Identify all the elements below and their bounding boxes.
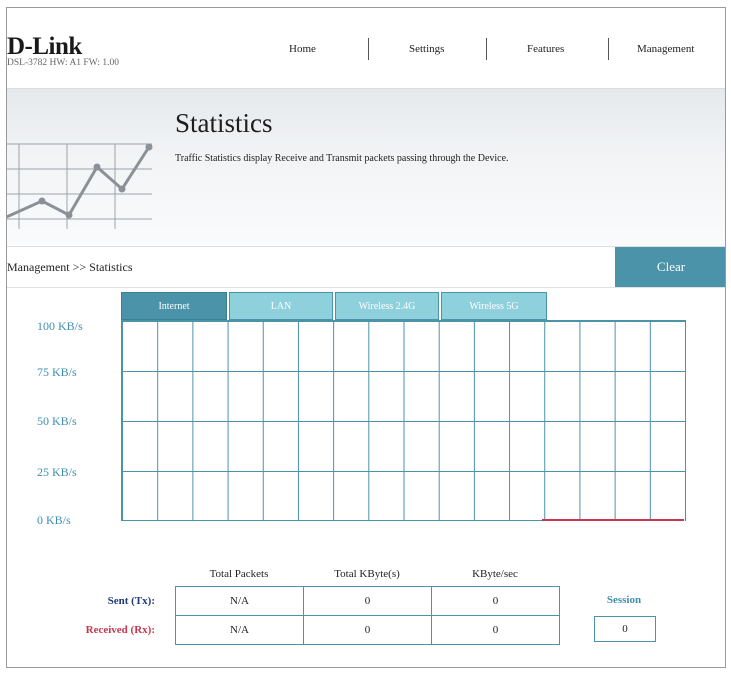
nav-settings[interactable]: Settings bbox=[409, 43, 444, 55]
page-title: Statistics bbox=[175, 108, 273, 138]
nav-divider bbox=[608, 38, 609, 60]
y-axis-label: 100 KB/s bbox=[37, 319, 83, 333]
hardware-info: DSL-3782 HW: A1 FW: 1.00 bbox=[7, 58, 119, 68]
received-total-kbytes: 0 bbox=[303, 615, 432, 645]
breadcrumb-bar: Management >> Statistics Clear bbox=[7, 246, 725, 288]
nav-divider bbox=[486, 38, 487, 60]
received-traffic-line bbox=[542, 519, 684, 521]
tab-internet[interactable]: Internet bbox=[121, 292, 227, 320]
tab-lan[interactable]: LAN bbox=[229, 292, 333, 320]
y-axis-label: 0 KB/s bbox=[37, 513, 71, 527]
received-total-packets: N/A bbox=[175, 615, 304, 645]
y-axis-label: 75 KB/s bbox=[37, 365, 77, 379]
nav-management[interactable]: Management bbox=[637, 43, 694, 55]
sent-total-kbytes: 0 bbox=[303, 586, 432, 616]
traffic-graph-grid bbox=[121, 320, 686, 521]
page-banner: Statistics Traffic Statistics display Re… bbox=[7, 88, 725, 247]
clear-button[interactable]: Clear bbox=[615, 247, 725, 287]
breadcrumb: Management >> Statistics bbox=[7, 260, 133, 274]
received-kbyte-sec: 0 bbox=[431, 615, 560, 645]
header-kbyte-sec: KByte/sec bbox=[472, 568, 518, 580]
tab-wireless-5g[interactable]: Wireless 5G bbox=[441, 292, 547, 320]
page-description: Traffic Statistics display Receive and T… bbox=[175, 153, 509, 164]
sent-kbyte-sec: 0 bbox=[431, 586, 560, 616]
nav-home[interactable]: Home bbox=[289, 43, 316, 55]
tab-wireless-24g[interactable]: Wireless 2.4G bbox=[335, 292, 439, 320]
header-total-packets: Total Packets bbox=[209, 568, 269, 580]
dlink-logo: D-Link bbox=[7, 33, 82, 60]
y-axis-label: 25 KB/s bbox=[37, 465, 77, 479]
statistics-graph-icon bbox=[7, 143, 153, 229]
header-total-kbytes: Total KByte(s) bbox=[334, 568, 400, 580]
sent-total-packets: N/A bbox=[175, 586, 304, 616]
nav-features[interactable]: Features bbox=[527, 43, 564, 55]
received-label: Received (Rx): bbox=[85, 624, 155, 636]
session-value: 0 bbox=[594, 616, 656, 642]
y-axis-label: 50 KB/s bbox=[37, 414, 77, 428]
sent-label: Sent (Tx): bbox=[107, 595, 155, 607]
page-frame: D-Link DSL-3782 HW: A1 FW: 1.00 Home Set… bbox=[6, 7, 726, 668]
nav-divider bbox=[368, 38, 369, 60]
session-label: Session bbox=[606, 594, 642, 606]
